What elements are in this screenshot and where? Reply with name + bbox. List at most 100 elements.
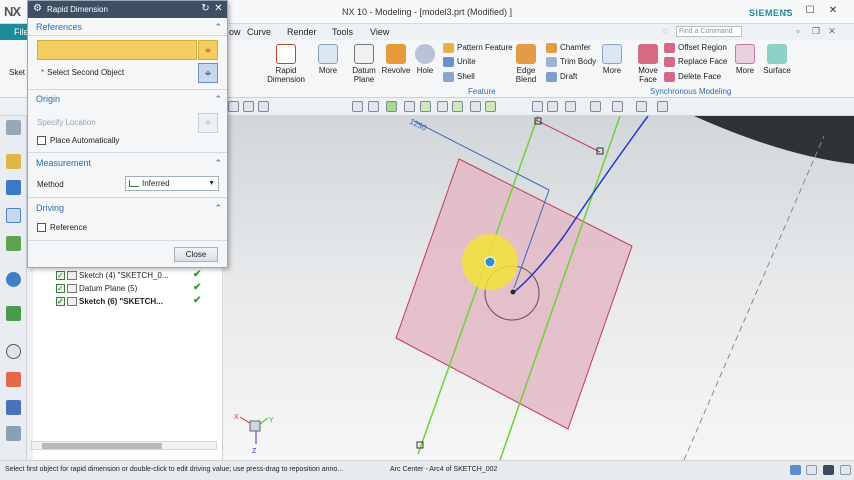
- chevron-down-icon[interactable]: ▼: [208, 177, 215, 190]
- more-button-3[interactable]: More: [733, 44, 757, 75]
- navigator-horizontal-scrollbar[interactable]: [31, 441, 217, 450]
- select-second-object-icon[interactable]: ⌖: [198, 63, 218, 83]
- select-first-object-field[interactable]: [37, 40, 197, 60]
- draft-button[interactable]: Draft: [546, 71, 577, 83]
- dialog-close-icon[interactable]: ✕: [213, 3, 224, 15]
- record-icon[interactable]: [823, 465, 834, 475]
- chamfer-button[interactable]: Chamfer: [546, 42, 591, 54]
- window-restore-icon[interactable]: ❐: [811, 26, 821, 36]
- process-studio-icon[interactable]: [6, 400, 21, 415]
- sketch-button-partial[interactable]: Sket: [9, 68, 25, 77]
- chevron-up-icon[interactable]: ⌃: [214, 156, 222, 170]
- measurement-section-header[interactable]: Measurement ⌃: [32, 156, 224, 170]
- graphics-window[interactable]: 1250 X Y Z: [224, 116, 854, 460]
- tab-view[interactable]: View: [370, 27, 389, 37]
- visibility-checkbox[interactable]: [56, 295, 65, 308]
- edge-blend-button[interactable]: Edge Blend: [512, 44, 540, 84]
- tree-row-sketch-4[interactable]: Sketch (4) "SKETCH_0...: [55, 269, 190, 282]
- web-browser-icon[interactable]: [6, 272, 21, 287]
- tab-view-partial[interactable]: ow: [229, 27, 241, 37]
- dialog-title-bar[interactable]: ⚙ Rapid Dimension ↻ ✕: [28, 1, 227, 18]
- snap-intersection-icon[interactable]: [485, 101, 496, 112]
- render-style-icon[interactable]: [590, 101, 601, 112]
- more-button-2[interactable]: More: [600, 44, 624, 75]
- unite-button[interactable]: Unite: [443, 56, 476, 68]
- tab-render[interactable]: Render: [287, 27, 317, 37]
- pattern-feature-button[interactable]: Pattern Feature: [443, 42, 513, 54]
- origin-section-header[interactable]: Origin ⌃: [32, 92, 224, 106]
- more-button-1[interactable]: More: [316, 44, 340, 75]
- rotate-icon[interactable]: [547, 101, 558, 112]
- tab-curve[interactable]: Curve: [247, 27, 271, 37]
- filter-icon[interactable]: [228, 101, 239, 112]
- references-section-header[interactable]: References ⌃: [32, 20, 224, 34]
- close-button[interactable]: Close: [174, 247, 218, 262]
- snap-tangent-icon[interactable]: [420, 101, 431, 112]
- visibility-checkbox[interactable]: [56, 282, 65, 295]
- snap-arc-icon[interactable]: [437, 101, 448, 112]
- shell-button[interactable]: Shell: [443, 71, 475, 83]
- select-body-icon[interactable]: [258, 101, 269, 112]
- hole-button[interactable]: Hole: [414, 44, 436, 75]
- minimize-icon[interactable]: –: [780, 5, 794, 17]
- part-family-icon[interactable]: [6, 236, 21, 251]
- trim-body-button[interactable]: Trim Body: [546, 56, 596, 68]
- snap-endpoint-icon[interactable]: [386, 101, 397, 112]
- reference-checkbox[interactable]: [37, 223, 46, 232]
- history-icon[interactable]: [6, 306, 21, 321]
- visibility-checkbox[interactable]: [56, 269, 65, 282]
- rapid-dimension-dialog[interactable]: ⚙ Rapid Dimension ↻ ✕ References ⌃ ⌖ * Se…: [27, 0, 228, 268]
- place-automatically-checkbox[interactable]: [37, 136, 46, 145]
- datum-plane-button[interactable]: Datum Plane: [350, 44, 378, 84]
- chevron-up-icon[interactable]: ⌃: [214, 92, 222, 106]
- tab-file[interactable]: File: [0, 24, 29, 40]
- zoom-icon[interactable]: [532, 101, 543, 112]
- constraint-navigator-icon[interactable]: [6, 208, 21, 223]
- window-cascade-icon[interactable]: ▫: [793, 26, 803, 36]
- snap-line-icon[interactable]: [404, 101, 415, 112]
- maximize-icon[interactable]: ☐: [803, 5, 817, 17]
- chevron-up-icon[interactable]: ⌃: [214, 20, 222, 34]
- snap-cross-icon[interactable]: [470, 101, 481, 112]
- grid-status-icon[interactable]: [790, 465, 801, 475]
- dimension-label[interactable]: 1250: [408, 117, 428, 133]
- rapid-dimension-button[interactable]: Rapid Dimension: [264, 44, 308, 84]
- command-search-input[interactable]: Find a Command: [676, 26, 742, 37]
- select-solid-icon[interactable]: [368, 101, 379, 112]
- layout-icon[interactable]: [840, 465, 851, 475]
- close-window-icon[interactable]: ✕: [826, 5, 840, 17]
- arc-center-point[interactable]: [510, 289, 516, 295]
- part-navigator-icon[interactable]: [6, 154, 21, 169]
- revolve-button[interactable]: Revolve: [381, 44, 411, 75]
- model-view[interactable]: 1250 X Y Z: [224, 116, 854, 460]
- settings-icon[interactable]: [6, 120, 21, 135]
- reset-icon[interactable]: ↻: [200, 3, 211, 15]
- close-part-icon[interactable]: ✕: [827, 26, 837, 36]
- select-first-object-icon[interactable]: ⌖: [198, 40, 218, 60]
- offset-region-button[interactable]: Offset Region: [664, 42, 727, 54]
- snap-center-icon[interactable]: [452, 101, 463, 112]
- tree-row-sketch-6[interactable]: Sketch (6) "SKETCH...: [55, 295, 190, 308]
- chevron-up-icon[interactable]: ⌃: [214, 201, 222, 215]
- assembly-icon[interactable]: [243, 101, 254, 112]
- assembly-navigator-icon[interactable]: [6, 180, 21, 195]
- select-face-icon[interactable]: [352, 101, 363, 112]
- method-select[interactable]: Inferred ▼: [125, 176, 219, 191]
- layer-icon[interactable]: [657, 101, 668, 112]
- help-icon[interactable]: ◌: [660, 26, 670, 36]
- navigator-vertical-scrollbar[interactable]: [27, 265, 33, 460]
- surface-button[interactable]: Surface: [762, 44, 792, 75]
- select-second-object-field[interactable]: * Select Second Object: [37, 63, 197, 83]
- view-orient-icon[interactable]: [612, 101, 623, 112]
- tree-row-datum-plane-5[interactable]: Datum Plane (5): [55, 282, 190, 295]
- shaded-icon[interactable]: [565, 101, 576, 112]
- roles-icon[interactable]: [6, 426, 21, 441]
- show-hide-icon[interactable]: [636, 101, 647, 112]
- system-materials-icon[interactable]: [6, 372, 21, 387]
- driving-section-header[interactable]: Driving ⌃: [32, 201, 224, 215]
- move-face-button[interactable]: Move Face: [635, 44, 661, 84]
- tab-tools[interactable]: Tools: [332, 27, 353, 37]
- fullscreen-icon[interactable]: [806, 465, 817, 475]
- gear-icon[interactable]: ⚙: [33, 4, 42, 14]
- clock-icon[interactable]: [6, 344, 21, 359]
